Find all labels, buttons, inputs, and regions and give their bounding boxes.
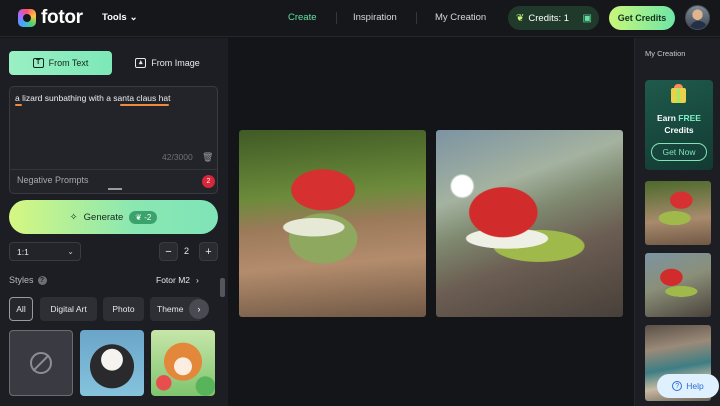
spellcheck-underline: [120, 104, 169, 106]
logo-text: fotor: [41, 7, 83, 28]
text-box-icon: T: [32, 58, 44, 68]
spellcheck-underline: [15, 104, 22, 106]
tools-label: Tools: [102, 12, 127, 23]
scrollbar-thumb[interactable]: [220, 278, 225, 297]
tools-menu[interactable]: Tools ⌄: [102, 12, 138, 23]
earn-credits-label: Credits: [664, 125, 694, 135]
aspect-ratio-select[interactable]: 1:1 ⌄: [9, 242, 81, 261]
history-thumbnail[interactable]: [645, 253, 711, 317]
prompt-input[interactable]: a lizard sunbathing with a santa claus h…: [9, 86, 218, 194]
increase-count-button[interactable]: +: [199, 242, 218, 261]
help-button[interactable]: ? Help: [657, 374, 719, 398]
tab-label: From Image: [151, 58, 200, 68]
gift-icon: ▣: [582, 12, 592, 24]
earn-credits-card: Earn FREE Credits Get Now: [645, 80, 713, 170]
chevron-right-icon[interactable]: ›: [189, 299, 209, 319]
image-icon: ▴: [135, 58, 147, 68]
nav-my-creation[interactable]: My Creation: [435, 12, 486, 23]
tab-from-text[interactable]: T From Text: [9, 51, 112, 75]
leaf-icon: ❦: [516, 12, 525, 24]
cost-value: -2: [144, 212, 152, 222]
style-none-option[interactable]: [9, 330, 73, 396]
chevron-down-icon: ⌄: [67, 247, 74, 256]
model-select[interactable]: Fotor M2 ›: [156, 275, 199, 285]
nav-divider: [336, 12, 337, 24]
negative-prompts-input[interactable]: Negative Prompts: [17, 175, 89, 185]
model-label: Fotor M2: [156, 275, 191, 285]
credits-label: Credits: 1: [528, 12, 570, 24]
my-creation-panel: My Creation Earn FREE Credits Get Now: [634, 38, 720, 406]
chevron-right-icon: ›: [196, 275, 199, 285]
get-credits-button[interactable]: Get Credits: [609, 6, 675, 30]
scroll-indicator: [108, 188, 122, 190]
left-panel: T From Text ▴ From Image a lizard sunbat…: [0, 38, 228, 406]
tab-label: From Text: [48, 58, 89, 68]
divider: [10, 169, 217, 170]
style-thumbnail-dog[interactable]: [80, 330, 144, 396]
credit-cost-badge: ❦ -2: [129, 210, 158, 224]
generated-image-lizard-1[interactable]: [239, 130, 426, 317]
decrease-count-button[interactable]: −: [159, 242, 178, 261]
tab-from-image[interactable]: ▴ From Image: [116, 51, 219, 75]
question-circle-icon: ?: [672, 381, 683, 391]
chevron-down-icon: ⌄: [129, 12, 138, 23]
style-thumbnail-shiba[interactable]: [151, 330, 215, 396]
character-counter: 42/3000: [162, 152, 193, 162]
fotor-logo[interactable]: fotor: [18, 7, 83, 29]
help-label: Help: [686, 381, 704, 391]
style-chip-photo[interactable]: Photo: [103, 297, 144, 321]
history-thumbnail[interactable]: [645, 181, 711, 245]
gift-icon: [671, 84, 686, 103]
earn-label: Earn: [657, 113, 676, 123]
result-canvas: [229, 38, 633, 406]
get-now-button[interactable]: Get Now: [651, 143, 707, 161]
nav-divider: [416, 12, 417, 24]
credits-display[interactable]: ❦ Credits: 1 ▣: [508, 6, 599, 30]
nav-inspiration[interactable]: Inspiration: [353, 12, 397, 23]
style-chip-digital-art[interactable]: Digital Art: [40, 297, 97, 321]
earn-free-label: FREE: [678, 113, 701, 123]
prompt-text[interactable]: a lizard sunbathing with a santa claus h…: [15, 93, 170, 103]
earn-text: Earn FREE Credits: [645, 112, 713, 136]
my-creation-title: My Creation: [645, 49, 686, 58]
trash-icon[interactable]: 🗑: [202, 152, 213, 163]
no-style-icon: [30, 352, 52, 374]
styles-heading: Styles ?: [9, 275, 47, 285]
style-chip-all[interactable]: All: [9, 297, 33, 321]
generate-button[interactable]: ✧ Generate ❦ -2: [9, 200, 218, 234]
aspect-ratio-value: 1:1: [17, 246, 29, 257]
top-bar: fotor Tools ⌄ Create Inspiration My Crea…: [0, 0, 720, 37]
mode-tabs: T From Text ▴ From Image: [9, 51, 219, 75]
nav-create[interactable]: Create: [288, 12, 317, 23]
generated-image-lizard-2[interactable]: [436, 130, 623, 317]
styles-label: Styles: [9, 275, 34, 285]
avatar[interactable]: [685, 5, 710, 30]
magic-wand-icon: ✧: [69, 211, 78, 223]
generate-label: Generate: [83, 211, 124, 223]
fotor-logo-icon: [18, 9, 36, 27]
negative-prompts-badge: 2: [202, 175, 215, 188]
image-count: 2: [184, 246, 190, 256]
leaf-icon: ❦: [135, 212, 145, 222]
question-circle-icon[interactable]: ?: [37, 275, 47, 285]
